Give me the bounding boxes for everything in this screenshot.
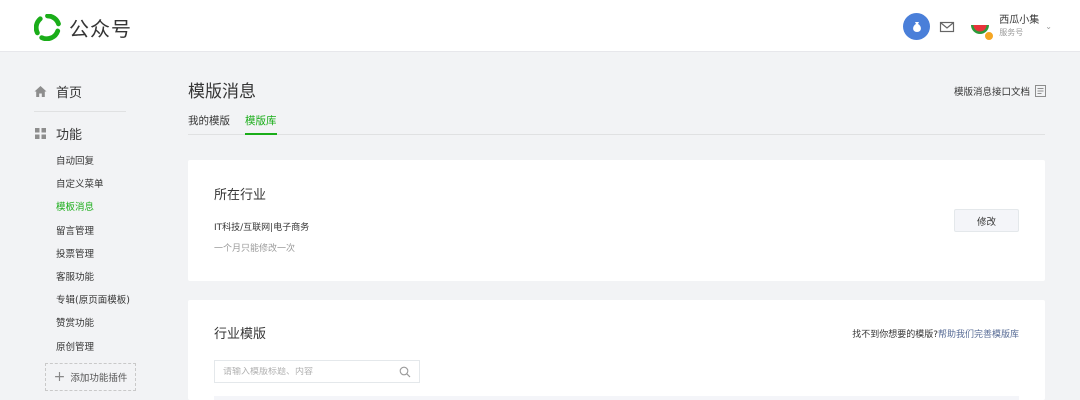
industry-card: 所在行业 IT科技/互联网|电子商务 一个月只能修改一次 修改 bbox=[188, 160, 1045, 281]
sidebar-item-auto-reply[interactable]: 自动回复 bbox=[56, 150, 130, 173]
api-doc-label: 模版消息接口文档 bbox=[953, 87, 1030, 98]
account-type: 服务号 bbox=[999, 27, 1024, 37]
sidebar-item-home[interactable]: 首页 bbox=[34, 82, 82, 101]
sidebar-function-list: 自动回复 自定义菜单 模板消息 留言管理 投票管理 客服功能 专辑(原页面模板)… bbox=[56, 150, 130, 359]
mail-icon[interactable] bbox=[939, 19, 955, 35]
logo[interactable]: 公众号 bbox=[34, 13, 132, 42]
sidebar-item-votes[interactable]: 投票管理 bbox=[56, 243, 130, 266]
sidebar-section-label: 功能 bbox=[56, 128, 83, 143]
money-bag-button[interactable] bbox=[903, 13, 931, 40]
logo-text: 公众号 bbox=[69, 17, 132, 41]
sidebar-item-reward[interactable]: 赞赏功能 bbox=[56, 312, 130, 335]
sidebar-item-comments[interactable]: 留言管理 bbox=[56, 220, 130, 243]
home-icon bbox=[34, 86, 47, 97]
sidebar-item-label: 首页 bbox=[56, 86, 83, 101]
industry-hint: 一个月只能修改一次 bbox=[214, 244, 296, 254]
document-icon bbox=[1035, 85, 1046, 97]
tab-bar: 我的模版 模版库 bbox=[188, 108, 1045, 135]
money-bag-icon bbox=[912, 21, 921, 32]
account-name: 西瓜小集 bbox=[999, 14, 1040, 26]
sidebar-item-template-message[interactable]: 模板消息 bbox=[56, 196, 130, 219]
industry-card-title: 所在行业 bbox=[214, 188, 267, 203]
sidebar-item-customer-service[interactable]: 客服功能 bbox=[56, 266, 130, 289]
divider bbox=[34, 111, 126, 112]
add-plugin-label: 添加功能插件 bbox=[70, 373, 128, 384]
edit-industry-button[interactable]: 修改 bbox=[954, 209, 1019, 232]
avatar[interactable] bbox=[969, 16, 995, 41]
tab-my-templates[interactable]: 我的模版 bbox=[188, 108, 230, 135]
search-icon[interactable] bbox=[399, 366, 411, 378]
account-area: 西瓜小集 服务号 ⌄ bbox=[903, 13, 1052, 41]
account-info[interactable]: 西瓜小集 服务号 bbox=[999, 15, 1039, 39]
help-line: 找不到你想要的模版?帮助我们完善模版库 bbox=[852, 327, 1019, 340]
grid-icon bbox=[35, 128, 46, 139]
template-table-header bbox=[214, 396, 1019, 400]
template-card-title: 行业模版 bbox=[214, 327, 267, 342]
sidebar-item-albums[interactable]: 专辑(原页面模板) bbox=[56, 289, 130, 312]
sidebar-item-original[interactable]: 原创管理 bbox=[56, 336, 130, 359]
wechat-mp-logo-icon bbox=[34, 14, 61, 41]
industry-value: IT科技/互联网|电子商务 bbox=[214, 223, 310, 233]
help-improve-link[interactable]: 帮助我们完善模版库 bbox=[938, 330, 1019, 340]
template-library-card: 行业模版 找不到你想要的模版?帮助我们完善模版库 bbox=[188, 300, 1045, 400]
sidebar-item-custom-menu[interactable]: 自定义菜单 bbox=[56, 173, 130, 196]
help-text: 找不到你想要的模版? bbox=[852, 330, 938, 340]
chevron-down-icon[interactable]: ⌄ bbox=[1045, 22, 1052, 31]
add-plugin-button[interactable]: + 添加功能插件 bbox=[45, 363, 136, 391]
api-doc-link[interactable]: 模版消息接口文档 bbox=[954, 84, 1046, 98]
template-search-input[interactable] bbox=[223, 366, 393, 377]
sidebar: 首页 功能 自动回复 自定义菜单 模板消息 留言管理 投票管理 客服功能 专辑(… bbox=[0, 52, 170, 400]
plus-icon: + bbox=[53, 369, 66, 385]
template-search-box bbox=[214, 360, 420, 383]
page-title: 模版消息 bbox=[188, 82, 256, 102]
top-bar: 公众号 西瓜小集 服务号 ⌄ bbox=[0, 0, 1080, 52]
verified-badge-icon bbox=[984, 30, 995, 41]
tab-template-library[interactable]: 模版库 bbox=[245, 108, 277, 135]
sidebar-section-functions: 功能 bbox=[34, 124, 82, 143]
